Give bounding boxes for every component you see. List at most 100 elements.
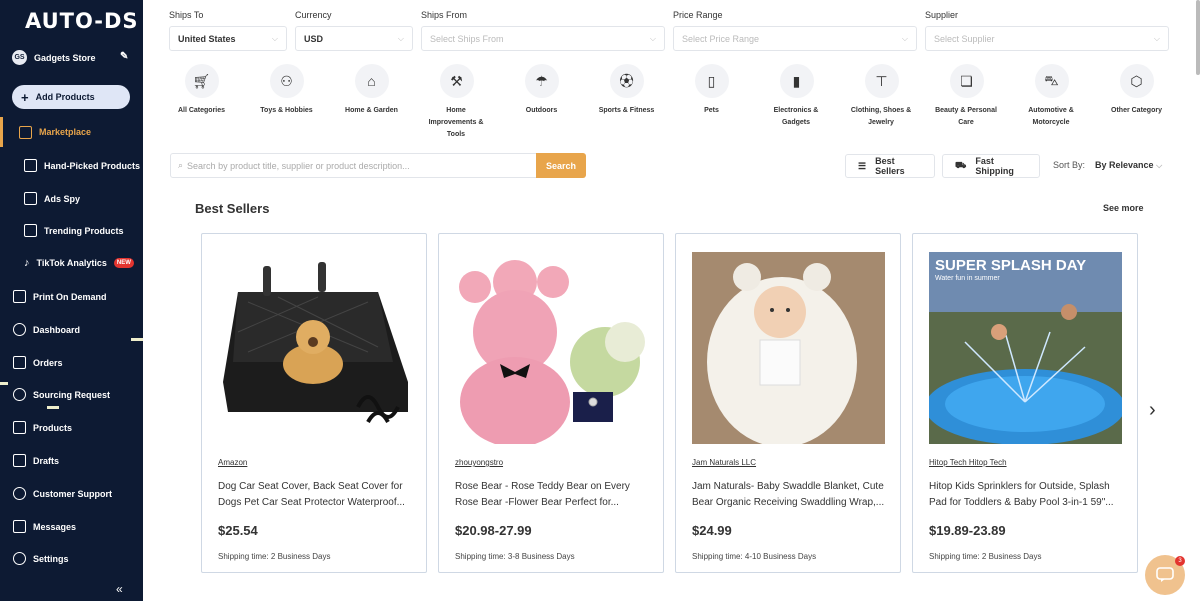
- product-title[interactable]: Hitop Kids Sprinklers for Outside, Splas…: [929, 479, 1125, 511]
- product-card[interactable]: Amazon Dog Car Seat Cover, Back Seat Cov…: [201, 233, 427, 573]
- gear-icon: [13, 552, 26, 565]
- chat-launcher-button[interactable]: 3: [1145, 555, 1185, 595]
- category-beauty[interactable]: ❏ Beauty & Personal Care: [924, 64, 1009, 129]
- box-icon: ⬡: [1119, 64, 1154, 98]
- category-pets[interactable]: ▯ Pets: [669, 64, 754, 117]
- see-more-link[interactable]: See more: [1103, 203, 1144, 213]
- product-image[interactable]: [692, 252, 885, 444]
- sidebar-item-label: Products: [33, 422, 73, 433]
- category-all[interactable]: 🛒︎ All Categories: [159, 64, 244, 117]
- sidebar-item-messages[interactable]: Messages: [13, 520, 76, 533]
- fast-shipping-label: Fast Shipping: [975, 156, 1014, 176]
- sidebar-item-label: Marketplace: [39, 127, 92, 137]
- category-automotive[interactable]: ⛍ Automotive & Motorcycle: [1009, 64, 1094, 129]
- price-range-label: Price Range: [673, 10, 723, 20]
- product-title[interactable]: Jam Naturals- Baby Swaddle Blanket, Cute…: [692, 479, 888, 511]
- pet-icon: ▯: [694, 64, 729, 98]
- sidebar-item-drafts[interactable]: Drafts: [13, 454, 59, 467]
- sidebar-item-label: Messages: [33, 521, 77, 532]
- category-outdoors[interactable]: ☂ Outdoors: [499, 64, 584, 117]
- best-sellers-filter[interactable]: ☰ Best Sellers: [845, 154, 935, 178]
- sidebar-item-ads-spy[interactable]: Ads Spy: [24, 192, 80, 205]
- chevron-down-icon: ⌵: [397, 33, 404, 43]
- carousel-next-icon[interactable]: ›: [1149, 399, 1156, 422]
- add-products-label: Add Products: [35, 92, 95, 102]
- category-toys[interactable]: ⚇ Toys & Hobbies: [244, 64, 329, 117]
- ships-from-select[interactable]: Select Ships From ⌵: [421, 26, 665, 51]
- car-icon: ⛍: [1034, 64, 1069, 98]
- sort-value: By Relevance: [1095, 160, 1154, 170]
- sidebar-item-label: Orders: [33, 357, 63, 368]
- search-button[interactable]: Search: [536, 153, 586, 178]
- chevron-down-icon: ⌵: [649, 33, 656, 43]
- category-electronics[interactable]: ▮ Electronics & Gadgets: [754, 64, 839, 129]
- category-other[interactable]: ⬡ Other Category: [1094, 64, 1179, 117]
- category-clothing[interactable]: ⊤ Clothing, Shoes & Jewelry: [839, 64, 924, 129]
- search-input[interactable]: ⌕ Search by product title, supplier or p…: [170, 153, 537, 178]
- sidebar-item-settings[interactable]: Settings: [13, 552, 69, 565]
- scrollbar[interactable]: [1196, 0, 1200, 75]
- currency-value: USD: [304, 33, 324, 44]
- product-card[interactable]: Jam Naturals LLC Jam Naturals- Baby Swad…: [675, 233, 901, 573]
- sidebar-item-print-on-demand[interactable]: Print On Demand: [13, 290, 107, 303]
- sidebar-item-hand-picked[interactable]: Hand-Picked Products: [24, 159, 140, 172]
- category-home-garden[interactable]: ⌂ Home & Garden: [329, 64, 414, 117]
- supplier-select[interactable]: Select Supplier ⌵: [925, 26, 1169, 51]
- sidebar-item-label: Drafts: [33, 455, 60, 466]
- store-selector[interactable]: GS Gadgets Store ✎: [12, 50, 128, 65]
- sidebar-item-dashboard[interactable]: Dashboard: [13, 323, 80, 336]
- truck-icon: ⛟: [955, 160, 967, 170]
- category-label: Home Improvements & Tools: [428, 107, 484, 138]
- category-label: Clothing, Shoes & Jewelry: [850, 107, 912, 126]
- sidebar-item-support[interactable]: Customer Support: [13, 487, 112, 500]
- sidebar-item-label: Ads Spy: [44, 193, 81, 204]
- product-image[interactable]: [218, 252, 411, 444]
- tools-icon: ⚒: [439, 64, 474, 98]
- supplier-link[interactable]: Amazon: [218, 458, 247, 467]
- sidebar-item-marketplace[interactable]: Marketplace: [0, 117, 143, 147]
- autods-logo[interactable]: AUTO-DS: [25, 9, 139, 33]
- collapse-sidebar-icon[interactable]: «: [116, 582, 123, 596]
- house-icon: ⌂: [354, 64, 389, 98]
- sort-select[interactable]: By Relevance ⌵: [1095, 160, 1162, 171]
- product-title[interactable]: Dog Car Seat Cover, Back Seat Cover for …: [218, 479, 414, 511]
- sidebar-item-label: Dashboard: [33, 324, 81, 335]
- currency-select[interactable]: USD ⌵: [295, 26, 413, 51]
- sidebar-item-trending[interactable]: Trending Products: [24, 224, 124, 237]
- ships-to-select[interactable]: United States ⌵: [169, 26, 287, 51]
- category-sports[interactable]: ⚽︎ Sports & Fitness: [584, 64, 669, 117]
- sidebar-item-label: Print On Demand: [33, 291, 107, 302]
- drafts-icon: [13, 454, 26, 467]
- product-title[interactable]: Rose Bear - Rose Teddy Bear on Every Ros…: [455, 479, 651, 511]
- phone-icon: ▮: [779, 64, 814, 98]
- ball-icon: ⚽︎: [609, 64, 644, 98]
- supplier-link[interactable]: Hitop Tech Hitop Tech: [929, 458, 1007, 467]
- ships-from-label: Ships From: [421, 10, 468, 20]
- product-price: $25.54: [218, 523, 258, 538]
- ships-from-placeholder: Select Ships From: [430, 33, 504, 44]
- box-icon: [13, 421, 26, 434]
- sidebar-item-orders[interactable]: Orders: [13, 356, 63, 369]
- category-label: Home & Garden: [345, 107, 398, 114]
- sidebar-item-products[interactable]: Products: [13, 421, 72, 434]
- sidebar-marker: [131, 338, 143, 341]
- product-card[interactable]: zhouyongstro Rose Bear - Rose Teddy Bear…: [438, 233, 664, 573]
- supplier-placeholder: Select Supplier: [934, 33, 995, 44]
- product-card[interactable]: SUPER SPLASH DAY Water fun in summer Hit…: [912, 233, 1138, 573]
- fast-shipping-filter[interactable]: ⛟ Fast Shipping: [942, 154, 1040, 178]
- supplier-link[interactable]: Jam Naturals LLC: [692, 458, 756, 467]
- supplier-link[interactable]: zhouyongstro: [455, 458, 503, 467]
- product-image[interactable]: SUPER SPLASH DAY Water fun in summer: [929, 252, 1122, 444]
- price-range-select[interactable]: Select Price Range ⌵: [673, 26, 917, 51]
- category-label: Electronics & Gadgets: [773, 107, 819, 126]
- product-image[interactable]: [455, 252, 648, 444]
- category-label: Outdoors: [525, 107, 558, 114]
- new-badge: NEW: [113, 258, 134, 268]
- category-home-improvements[interactable]: ⚒ Home Improvements & Tools: [414, 64, 499, 141]
- add-products-button[interactable]: + Add Products: [12, 85, 130, 109]
- sidebar-item-sourcing[interactable]: Sourcing Request: [13, 388, 110, 401]
- pencil-icon[interactable]: ✎: [120, 51, 128, 62]
- shipping-time: Shipping time: 2 Business Days: [929, 552, 1042, 561]
- shirt-icon: [13, 290, 26, 303]
- sidebar-item-tiktok[interactable]: ♪ TikTok Analytics NEW: [24, 257, 134, 269]
